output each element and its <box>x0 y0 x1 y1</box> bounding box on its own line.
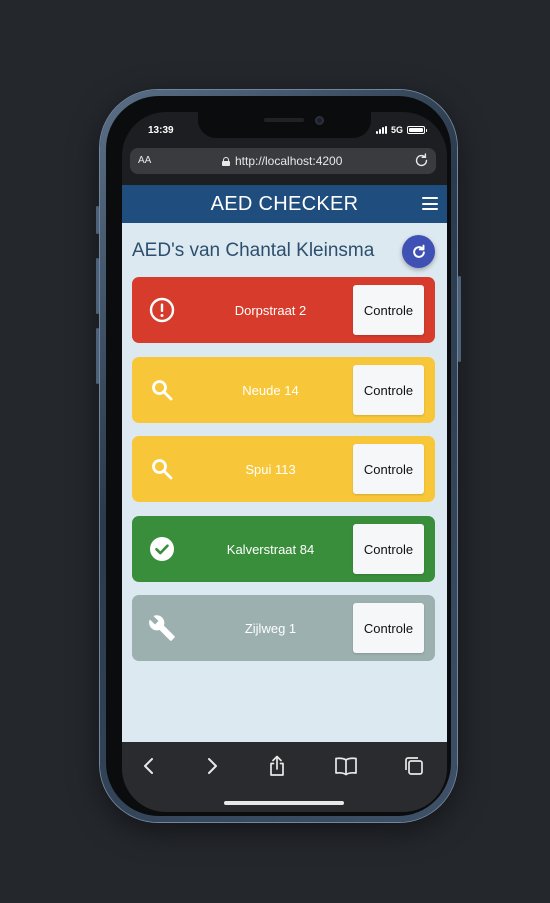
page-title: AED's van Chantal Kleinsma <box>132 240 375 261</box>
speaker-grille <box>264 118 304 122</box>
home-indicator <box>224 801 344 805</box>
search-icon <box>132 378 192 402</box>
controle-button[interactable]: Controle <box>353 603 424 653</box>
aed-card-dorpstraat[interactable]: Dorpstraat 2 Controle <box>132 277 435 343</box>
aed-card-neude[interactable]: Neude 14 Controle <box>132 357 435 423</box>
notch <box>198 112 371 138</box>
side-button-power <box>458 276 461 362</box>
app-title: AED CHECKER <box>210 192 359 215</box>
phone-bezel: 13:39 5G AA http://localhost:4200 AED CH… <box>106 96 451 816</box>
search-icon <box>132 457 192 481</box>
url-text: http://localhost:4200 <box>235 154 343 168</box>
side-button-volume-down <box>96 328 99 384</box>
battery-icon <box>407 126 427 134</box>
phone-screen: 13:39 5G AA http://localhost:4200 AED CH… <box>122 112 447 812</box>
aed-card-kalverstraat[interactable]: Kalverstraat 84 Controle <box>132 516 435 582</box>
refresh-button[interactable] <box>402 235 435 268</box>
forward-icon[interactable] <box>200 754 224 778</box>
phone-frame: 13:39 5G AA http://localhost:4200 AED CH… <box>96 90 461 822</box>
alert-circle-icon <box>132 297 192 323</box>
wrench-icon <box>132 614 192 642</box>
aed-address: Spui 113 <box>245 461 296 477</box>
share-icon[interactable] <box>265 754 289 778</box>
aed-card-zijlweg[interactable]: Zijlweg 1 Controle <box>132 595 435 661</box>
controle-button[interactable]: Controle <box>353 444 424 494</box>
aed-address: Kalverstraat 84 <box>226 541 315 557</box>
controle-button[interactable]: Controle <box>353 524 424 574</box>
controle-button[interactable]: Controle <box>353 365 424 415</box>
aed-card-spui[interactable]: Spui 113 Controle <box>132 436 435 502</box>
check-circle-icon <box>132 536 192 562</box>
side-button-action <box>96 206 99 234</box>
controle-button[interactable]: Controle <box>353 285 424 335</box>
hamburger-menu-icon[interactable] <box>422 197 438 210</box>
aed-address: Dorpstraat 2 <box>234 302 307 318</box>
bookmarks-icon[interactable] <box>334 754 358 778</box>
reload-icon[interactable] <box>413 152 430 174</box>
refresh-icon <box>412 244 425 258</box>
back-icon[interactable] <box>137 754 161 778</box>
network-label: 5G <box>390 125 403 135</box>
status-time: 13:39 <box>148 125 174 136</box>
address-bar[interactable]: AA http://localhost:4200 <box>130 148 436 174</box>
tabs-icon[interactable] <box>402 754 426 778</box>
app-header: AED CHECKER <box>122 185 447 223</box>
text-size-button[interactable]: AA <box>138 155 151 166</box>
lock-icon <box>222 156 230 166</box>
app-viewport: AED CHECKER AED's van Chantal Kleinsma D… <box>122 185 447 742</box>
signal-icon <box>375 126 387 134</box>
url-display[interactable]: http://localhost:4200 <box>222 154 342 168</box>
side-button-volume-up <box>96 258 99 314</box>
front-camera <box>315 116 324 125</box>
status-indicators: 5G <box>375 125 427 135</box>
aed-address: Neude 14 <box>242 382 299 398</box>
browser-toolbar <box>122 742 447 812</box>
aed-address: Zijlweg 1 <box>244 620 297 636</box>
